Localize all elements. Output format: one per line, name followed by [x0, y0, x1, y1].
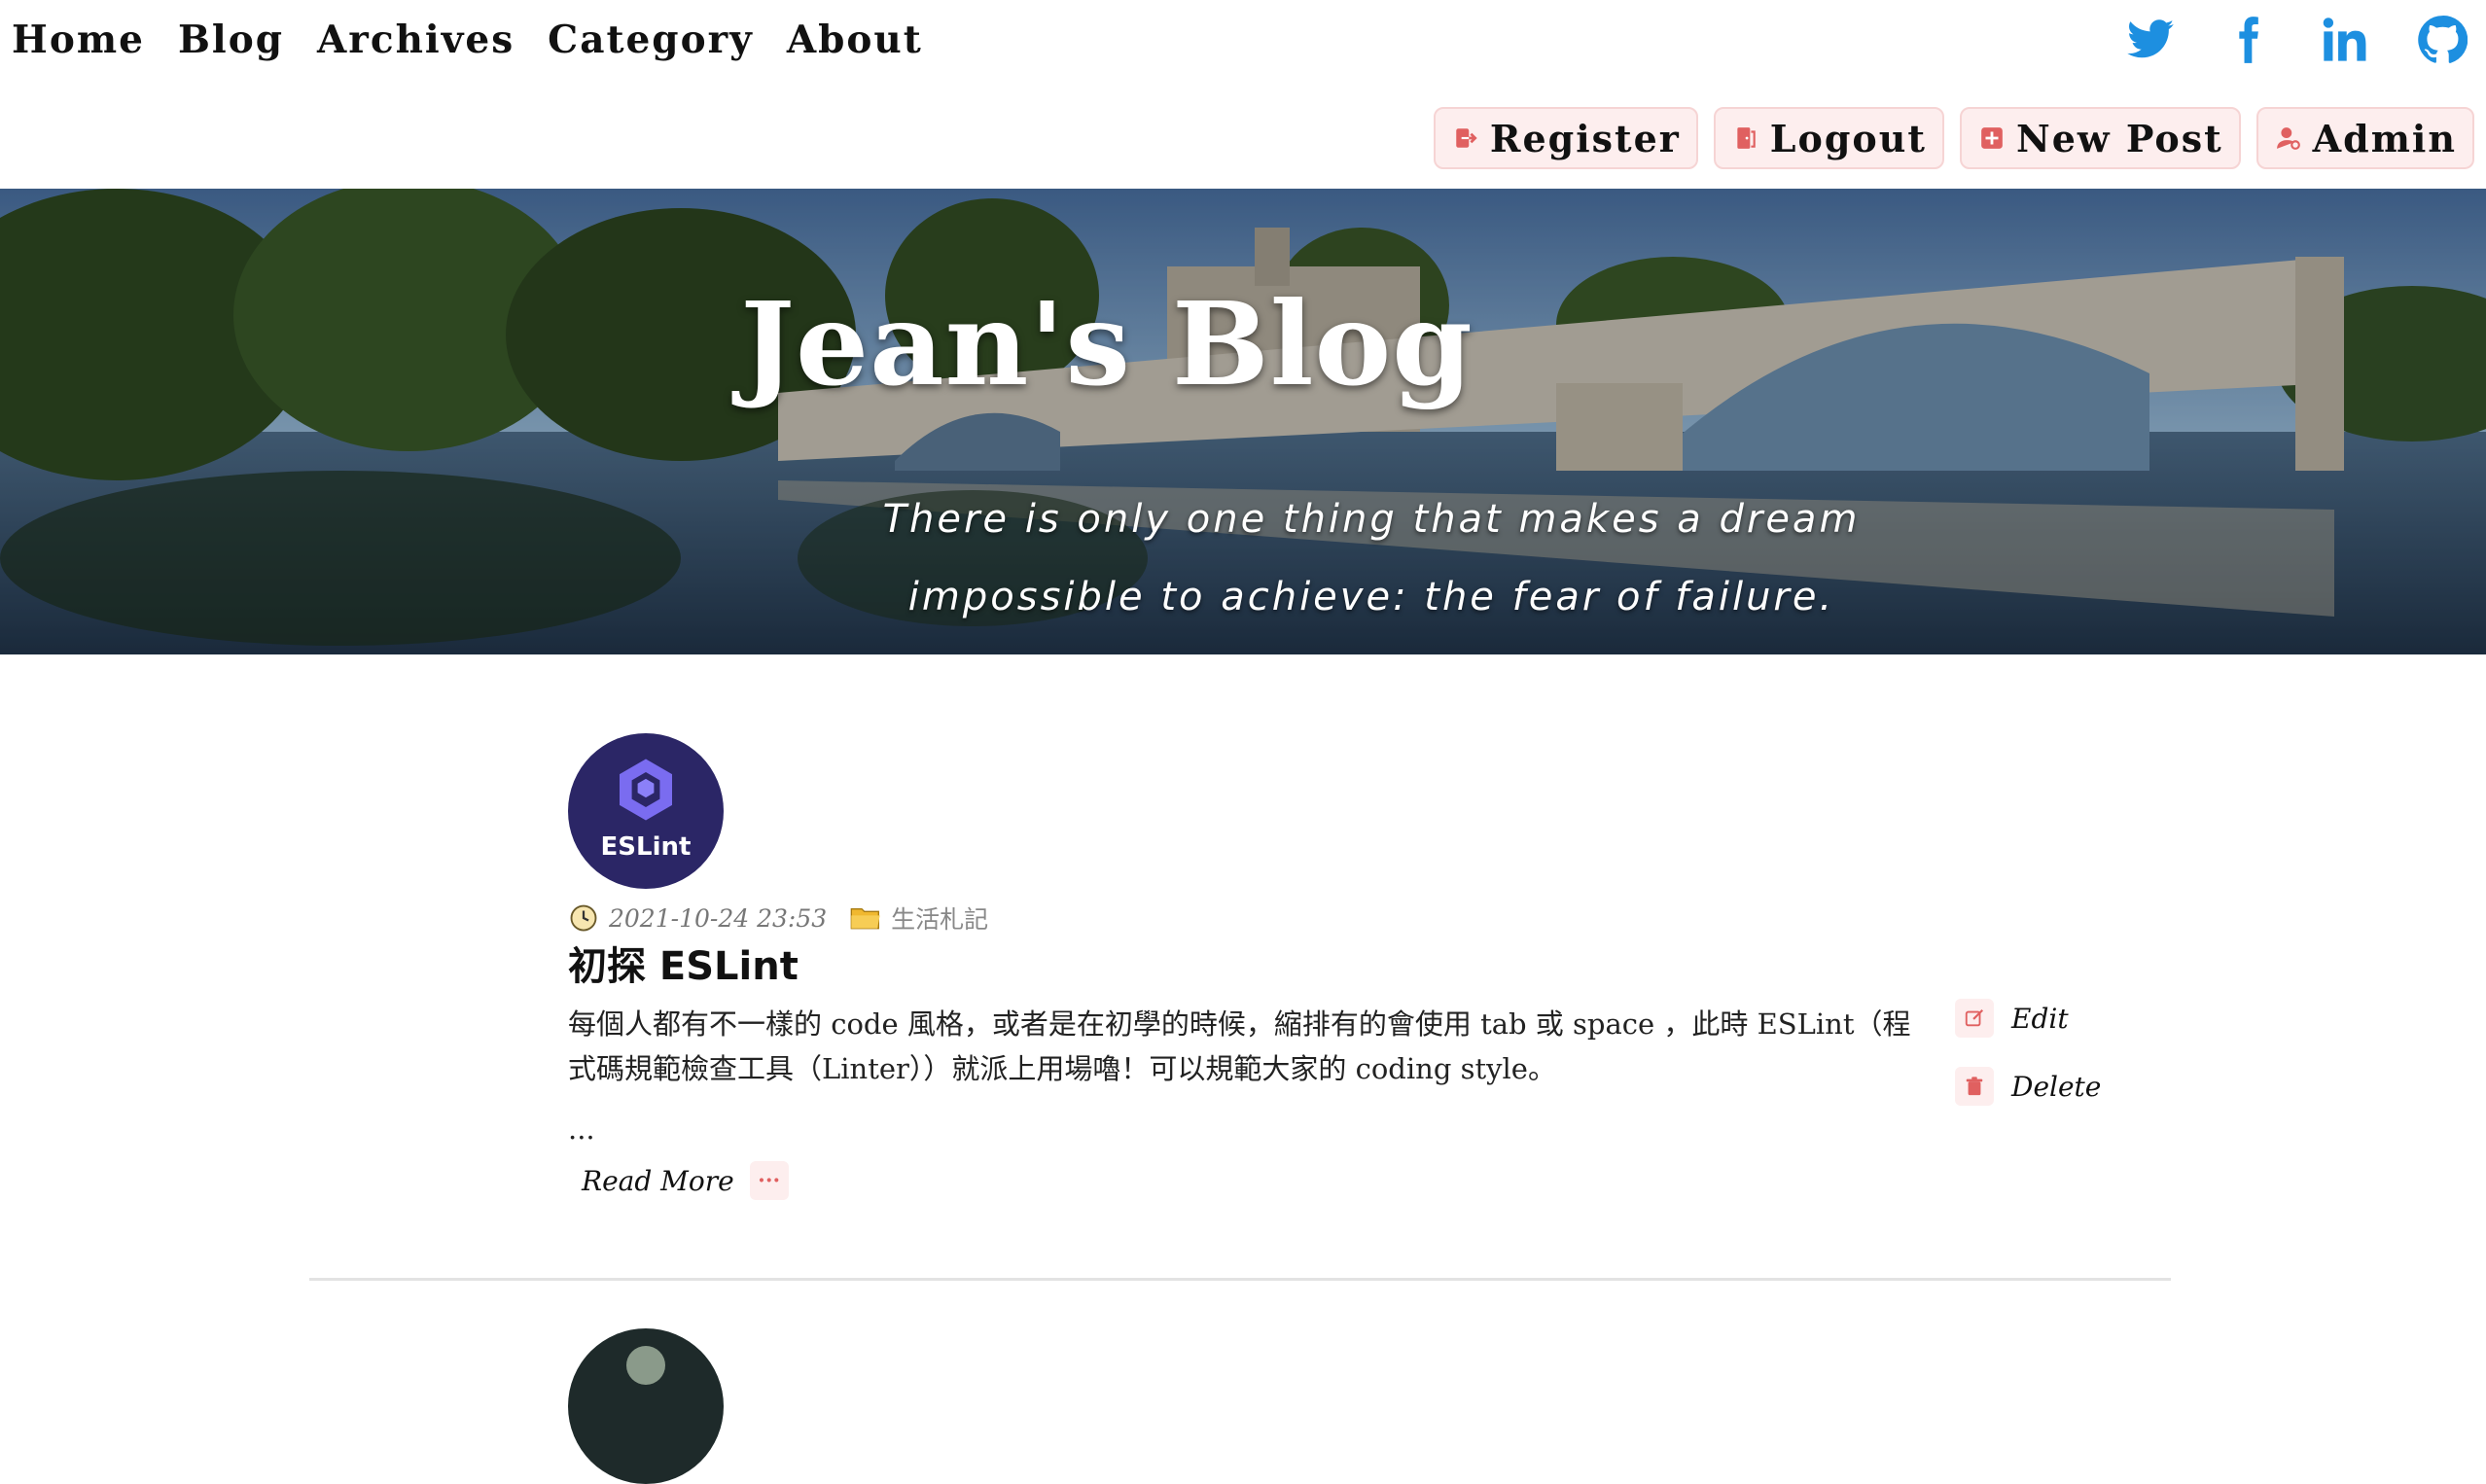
folder-icon	[850, 902, 881, 934]
post-card: ESLint 2021-10-24 23:53 生活札記 初探 ESLint 每…	[568, 733, 2124, 1200]
hero-banner: Jean's Blog There is only one thing that…	[0, 189, 2486, 654]
new-post-button[interactable]: New Post	[1959, 107, 2241, 169]
nav-archives[interactable]: Archives	[317, 18, 515, 62]
trash-icon	[1955, 1067, 1994, 1106]
read-more-label: Read More	[582, 1164, 734, 1197]
site-title: Jean's Blog	[740, 276, 1474, 411]
more-dots-icon: ···	[749, 1161, 789, 1200]
clock-icon	[568, 902, 599, 934]
door-open-icon	[1733, 125, 1758, 151]
next-post-thumbnail[interactable]	[568, 1328, 724, 1484]
nav-home[interactable]: Home	[12, 18, 145, 62]
main-nav: Home Blog Archives Category About	[12, 18, 923, 62]
post-date: 2021-10-24 23:53	[609, 903, 828, 933]
post-category[interactable]: 生活札記	[891, 901, 988, 936]
site-quote: There is only one thing that makes a dre…	[882, 497, 1861, 619]
excerpt-ellipsis: ...	[568, 1113, 595, 1146]
twitter-icon[interactable]	[2124, 14, 2177, 66]
logout-label: Logout	[1769, 116, 1927, 160]
sign-in-icon	[1453, 125, 1478, 151]
post-excerpt: 每個人都有不一樣的 code 風格，或者是在初學的時候，縮排有的會使用 tab …	[568, 1007, 1911, 1085]
post-title[interactable]: 初探 ESLint	[568, 939, 2124, 994]
github-icon[interactable]	[2416, 14, 2468, 66]
admin-button[interactable]: Admin	[2255, 107, 2474, 169]
post-divider	[309, 1278, 2171, 1281]
nav-blog[interactable]: Blog	[178, 18, 284, 62]
delete-label: Delete	[2011, 1070, 2102, 1103]
edit-button[interactable]: Edit	[1955, 994, 2101, 1042]
register-label: Register	[1489, 116, 1681, 160]
read-more-link[interactable]: Read More ···	[582, 1161, 2124, 1200]
account-actions: Register Logout New Post Admin	[1433, 107, 2474, 169]
linkedin-icon[interactable]	[2319, 14, 2371, 66]
post-admin-actions: Edit Delete	[1955, 994, 2101, 1130]
post-meta: 2021-10-24 23:53 生活札記	[568, 899, 2124, 937]
edit-icon	[1955, 999, 1994, 1038]
nav-category[interactable]: Category	[548, 18, 754, 62]
thumbnail-label: ESLint	[600, 832, 692, 862]
new-post-label: New Post	[2015, 116, 2223, 160]
plus-square-icon	[1979, 125, 2005, 151]
facebook-icon[interactable]	[2221, 14, 2274, 66]
register-button[interactable]: Register	[1433, 107, 1698, 169]
nav-about[interactable]: About	[787, 18, 923, 62]
post-thumbnail[interactable]: ESLint	[568, 733, 724, 889]
logout-button[interactable]: Logout	[1713, 107, 1944, 169]
user-cog-icon	[2276, 125, 2301, 151]
social-links	[2124, 14, 2468, 66]
eslint-logo-icon	[620, 759, 672, 821]
delete-button[interactable]: Delete	[1955, 1062, 2101, 1111]
admin-label: Admin	[2312, 116, 2457, 160]
edit-label: Edit	[2011, 1002, 2069, 1035]
